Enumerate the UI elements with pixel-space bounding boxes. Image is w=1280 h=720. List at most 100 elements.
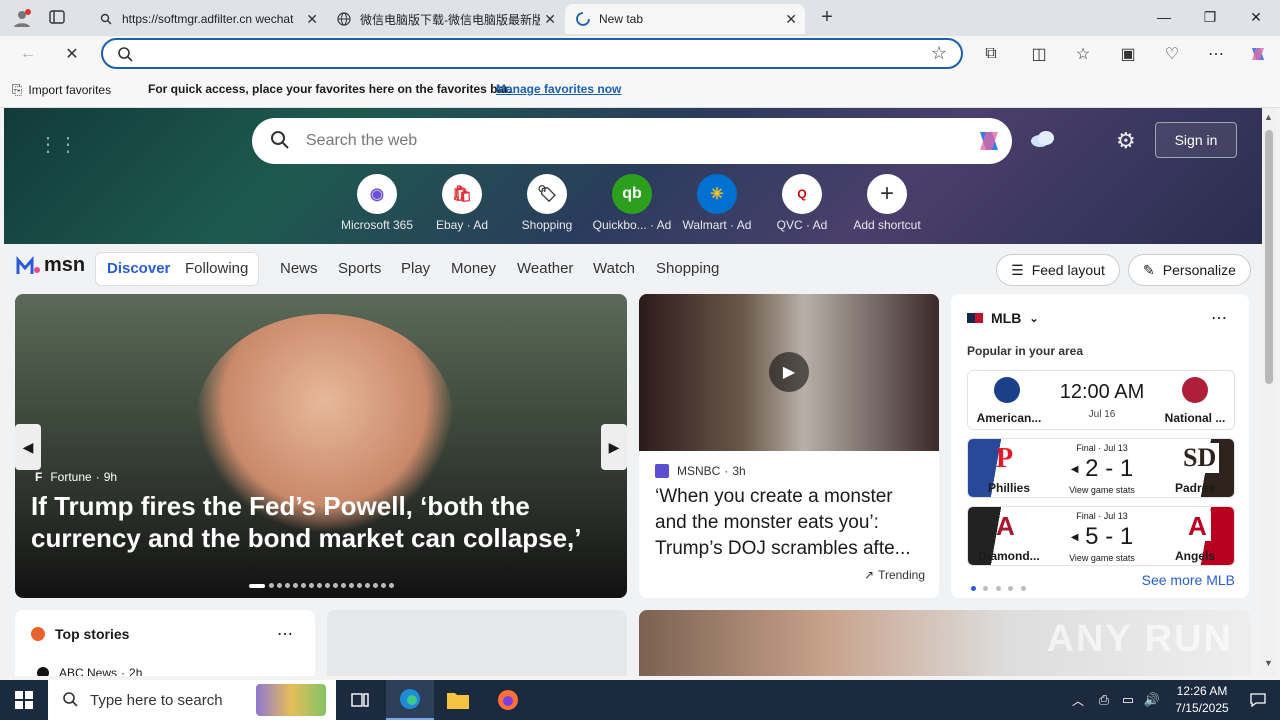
more-options-icon[interactable]: ⋯ <box>1211 308 1227 328</box>
close-window-button[interactable]: ✕ <box>1233 0 1279 34</box>
tab-1[interactable]: https://softmgr.adfilter.cn wechat ✕ <box>88 4 326 34</box>
import-favorites-button[interactable]: ⎘ Import favorites <box>12 82 111 98</box>
scroll-up-arrow[interactable]: ▲ <box>1264 112 1273 122</box>
tab-2[interactable]: 微信电脑版下载-微信电脑版最新版 ✕ <box>326 4 564 34</box>
volume-icon[interactable]: 🔊 <box>1140 680 1164 720</box>
pager-dot-active[interactable] <box>970 586 976 591</box>
carousel-next-button[interactable]: ▶ <box>601 424 627 470</box>
taskbar-search-input[interactable]: Type here to search <box>90 692 223 709</box>
personalize-button[interactable]: ✎ Personalize <box>1128 254 1251 286</box>
game-row[interactable]: A Diamond... Final · Jul 13 ◀ 5 - 1 View… <box>967 506 1235 566</box>
browser-essentials-icon[interactable]: ♡ <box>1156 40 1188 68</box>
pager-dot[interactable] <box>308 583 314 588</box>
msn-logo[interactable]: msn <box>16 254 85 277</box>
search-input[interactable]: Search the web <box>306 132 417 150</box>
feed-layout-button[interactable]: ☰ Feed layout <box>996 254 1120 286</box>
news-image-card[interactable]: ANY RUN <box>639 610 1251 676</box>
stop-loading-button[interactable]: ✕ <box>56 40 88 68</box>
nav-shopping[interactable]: Shopping <box>656 260 719 277</box>
pager-dot[interactable] <box>388 583 394 588</box>
pager-dot[interactable] <box>316 583 322 588</box>
split-screen-icon[interactable]: ◫ <box>1023 40 1055 68</box>
pager-dot[interactable] <box>348 583 354 588</box>
tab-following[interactable]: Following <box>185 260 248 277</box>
sign-in-button[interactable]: Sign in <box>1155 122 1237 158</box>
pager-dot[interactable] <box>1020 586 1026 591</box>
see-more-mlb-link[interactable]: See more MLB <box>1142 572 1235 588</box>
notifications-icon[interactable] <box>1236 680 1280 720</box>
pager-dot[interactable] <box>340 583 346 588</box>
start-button[interactable] <box>0 680 48 720</box>
game-row[interactable]: American... 12:00 AM Jul 16 National ... <box>967 370 1235 430</box>
video-headline[interactable]: ‘When you create a monster and the monst… <box>655 484 927 562</box>
mlb-header[interactable]: MLB ⌄ <box>967 310 1039 326</box>
favorites-icon[interactable]: ☆ <box>1067 40 1099 68</box>
task-view-icon[interactable] <box>336 680 384 720</box>
extensions-icon[interactable]: ⧉ <box>975 40 1007 68</box>
firefox-icon[interactable] <box>484 680 532 720</box>
close-tab-icon[interactable]: ✕ <box>302 11 318 28</box>
show-hidden-icons-chevron[interactable]: ︿ <box>1066 680 1090 720</box>
restore-button[interactable]: ❐ <box>1187 0 1233 34</box>
nav-weather[interactable]: Weather <box>517 260 573 277</box>
pager-dot[interactable] <box>284 583 290 588</box>
nav-play[interactable]: Play <box>401 260 430 277</box>
pager-dot[interactable] <box>332 583 338 588</box>
nav-news[interactable]: News <box>280 260 318 277</box>
hero-carousel[interactable]: ◀ ▶ F Fortune · 9h If Trump fires the Fe… <box>15 294 627 598</box>
nav-sports[interactable]: Sports <box>338 260 381 277</box>
view-game-stats-link[interactable]: View game stats <box>1048 485 1156 495</box>
taskbar-search-box[interactable]: Type here to search <box>48 680 336 720</box>
carousel-prev-button[interactable]: ◀ <box>15 424 41 470</box>
pager-dot[interactable] <box>300 583 306 588</box>
tab-discover[interactable]: Discover <box>107 260 170 277</box>
collections-icon[interactable]: ▣ <box>1112 40 1144 68</box>
add-shortcut-button[interactable]: + Add shortcut <box>842 174 932 232</box>
edge-taskbar-icon[interactable] <box>386 680 434 720</box>
pager-dot[interactable] <box>268 583 274 588</box>
pager-dot[interactable] <box>983 586 988 591</box>
pager-dot[interactable] <box>380 583 386 588</box>
more-options-icon[interactable]: ⋯ <box>277 624 293 644</box>
scroll-down-arrow[interactable]: ▼ <box>1264 658 1273 668</box>
pager-dot[interactable] <box>356 583 362 588</box>
pager-dot[interactable] <box>1008 586 1013 591</box>
copilot-icon[interactable] <box>974 126 1004 159</box>
pager-dot[interactable] <box>372 583 378 588</box>
back-button[interactable]: ← <box>12 40 44 68</box>
web-search-box[interactable]: Search the web <box>252 118 1012 164</box>
pager-dot[interactable] <box>364 583 370 588</box>
close-tab-icon[interactable]: ✕ <box>540 11 556 28</box>
system-clock[interactable]: 12:26 AM 7/15/2025 <box>1168 683 1236 717</box>
quick-link-walmart[interactable]: ✳ Walmart · Ad <box>672 174 762 232</box>
apps-grid-icon[interactable]: ⋮⋮ <box>38 132 78 157</box>
play-button-icon[interactable]: ▶ <box>769 352 809 392</box>
game-row[interactable]: P Phillies Final · Jul 13 ◀ 2 - 1 View g… <box>967 438 1235 498</box>
pager-dot[interactable] <box>995 586 1001 591</box>
new-tab-button[interactable]: + <box>814 6 840 30</box>
pager-dot[interactable] <box>292 583 298 588</box>
quick-link-qvc[interactable]: Q QVC · Ad <box>757 174 847 232</box>
quick-link-microsoft365[interactable]: ◉ Microsoft 365 <box>332 174 422 232</box>
settings-gear-icon[interactable]: ⚙ <box>1116 128 1136 154</box>
pager-dot[interactable] <box>276 583 282 588</box>
weather-cloud-icon[interactable] <box>1030 130 1056 151</box>
tab-3-active[interactable]: New tab ✕ <box>565 4 805 34</box>
profile-avatar[interactable] <box>8 5 36 31</box>
scrollbar-thumb[interactable] <box>1265 130 1273 384</box>
network-tray-icon[interactable]: ⎙ <box>1092 680 1116 720</box>
copilot-icon[interactable] <box>1242 40 1274 68</box>
manage-favorites-link[interactable]: Manage favorites now <box>496 82 621 96</box>
chevron-down-icon[interactable]: ⌄ <box>1029 312 1038 325</box>
view-game-stats-link[interactable]: View game stats <box>1048 553 1156 563</box>
address-bar[interactable]: ☆ <box>101 38 963 69</box>
minimize-button[interactable]: — <box>1141 0 1187 34</box>
settings-more-icon[interactable]: ⋯ <box>1200 40 1232 68</box>
nav-watch[interactable]: Watch <box>593 260 635 277</box>
tab-actions-icon[interactable] <box>48 8 70 28</box>
carousel-headline[interactable]: If Trump fires the Fed’s Powell, ‘both t… <box>31 490 591 554</box>
quick-link-ebay[interactable]: 🛍 Ebay · Ad <box>417 174 507 232</box>
pager-dot[interactable] <box>324 583 330 588</box>
video-news-card[interactable]: ▶ MSNBC · 3h ‘When you create a monster … <box>639 294 939 598</box>
favorite-star-icon[interactable]: ☆ <box>931 43 947 64</box>
